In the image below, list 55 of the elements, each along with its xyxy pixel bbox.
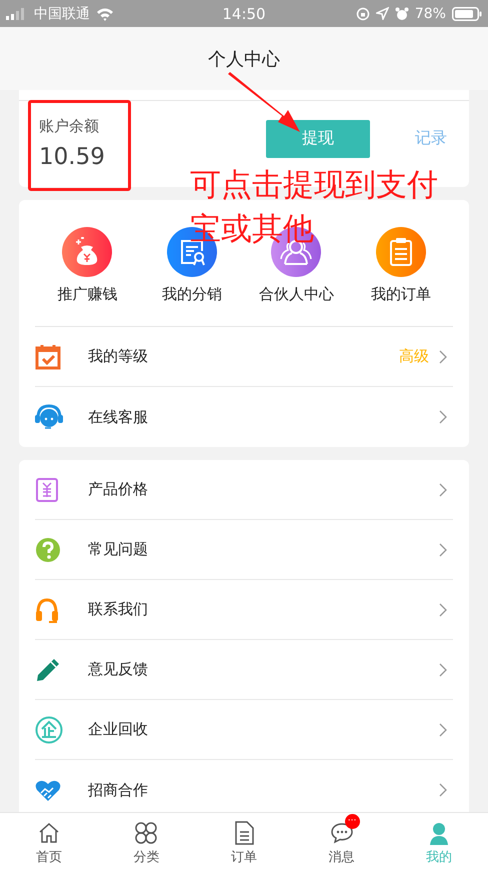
shortcut-label[interactable]: 合伙人中心	[258, 285, 334, 304]
chevron-right-icon	[439, 350, 447, 364]
chevron-right-icon	[439, 410, 447, 424]
battery-percent: 78%	[414, 6, 446, 22]
document-icon	[234, 820, 254, 844]
shortcut-label[interactable]: 推广赚钱	[57, 285, 118, 304]
row-label: 产品价格	[88, 480, 149, 499]
tab[interactable]: 首页	[0, 813, 98, 872]
row-label: 在线客服	[88, 408, 149, 426]
menu-row[interactable]: 常见问题	[35, 520, 453, 580]
menu-row[interactable]: 联系我们	[35, 580, 453, 640]
rotation-lock-icon	[356, 6, 370, 20]
shortcut-label[interactable]: 我的订单	[370, 285, 431, 304]
row-label: 招商合作	[88, 780, 149, 800]
balance-amount: 10.59	[39, 144, 106, 170]
row-label: 联系我们	[88, 600, 149, 619]
wifi-icon	[96, 6, 114, 20]
row-label: 企业回收	[88, 720, 149, 739]
customer-service-icon	[35, 404, 63, 430]
calendar-check-icon	[35, 344, 61, 370]
message-badge: ···	[344, 814, 360, 828]
chevron-right-icon	[439, 722, 447, 736]
price-tag-icon	[35, 476, 59, 502]
balance-label: 账户余额	[39, 117, 100, 136]
chevron-right-icon	[439, 482, 447, 496]
menu-row[interactable]: 招商合作	[35, 760, 453, 812]
tab[interactable]: 订单	[195, 813, 293, 872]
chevron-right-icon	[439, 783, 447, 797]
chevron-right-icon	[439, 602, 447, 616]
battery-icon	[452, 6, 482, 20]
grid-icon	[134, 820, 158, 844]
level-value: 高级	[399, 347, 429, 366]
row-label: 我的等级	[88, 347, 149, 366]
menu-row[interactable]: 我的等级 高级	[35, 327, 453, 387]
chevron-right-icon	[439, 542, 447, 556]
menu-row[interactable]: 意见反馈	[35, 640, 453, 700]
question-icon	[35, 536, 61, 562]
menu-row[interactable]: 在线客服	[35, 387, 453, 447]
status-time: 14:50	[222, 4, 266, 22]
location-icon	[376, 7, 389, 20]
row-label: 常见问题	[88, 540, 149, 559]
home-icon	[38, 822, 60, 844]
menu-row[interactable]: 产品价格	[35, 460, 453, 520]
page-title: 个人中心	[208, 48, 280, 70]
chat-icon	[330, 822, 354, 844]
tab[interactable]: ··· 消息	[292, 813, 390, 872]
pencil-icon	[35, 656, 61, 682]
shortcut-label[interactable]: 我的分销	[162, 285, 222, 304]
chevron-right-icon	[439, 662, 447, 676]
enterprise-icon	[35, 716, 63, 744]
headphones-icon	[35, 596, 59, 622]
menu-row[interactable]: 企业回收	[35, 700, 453, 760]
carrier-name: 中国联通	[34, 4, 90, 22]
row-label: 意见反馈	[88, 660, 149, 679]
tab[interactable]: 分类	[98, 813, 196, 872]
